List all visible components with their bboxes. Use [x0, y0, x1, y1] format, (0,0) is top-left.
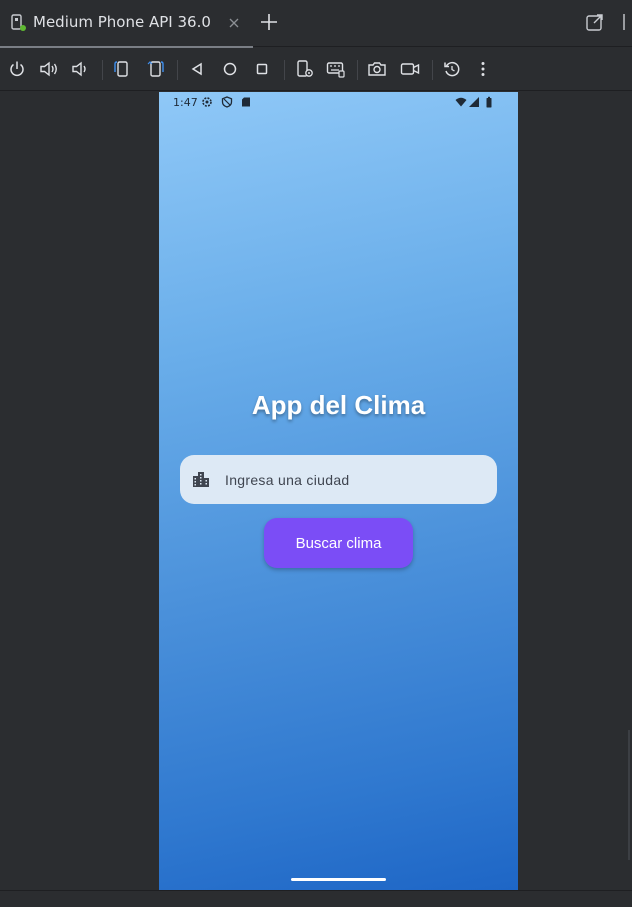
tab-more-icon[interactable]	[620, 12, 628, 32]
close-icon[interactable]	[226, 15, 242, 31]
volume-down-icon[interactable]	[70, 59, 90, 79]
city-search-field[interactable]	[180, 455, 497, 504]
rotate-right-icon[interactable]	[146, 59, 166, 79]
emulator-toolbar	[0, 48, 632, 91]
device-settings-icon[interactable]	[295, 59, 315, 79]
page-title: App del Clima	[251, 390, 426, 420]
tab-title: Medium Phone API 36.0	[33, 13, 211, 31]
gesture-home-bar[interactable]	[291, 878, 386, 881]
keyboard-icon[interactable]	[326, 59, 346, 79]
shield-icon	[221, 96, 233, 108]
back-icon[interactable]	[187, 59, 207, 79]
tab-medium-phone[interactable]: Medium Phone API 36.0	[0, 0, 253, 48]
scrollbar[interactable]	[628, 730, 630, 860]
toolbar-divider	[177, 60, 178, 80]
device-icon	[10, 14, 26, 32]
home-icon[interactable]	[220, 59, 240, 79]
search-weather-button[interactable]: Buscar clima	[264, 518, 413, 568]
more-icon[interactable]	[473, 59, 493, 79]
external-window-icon[interactable]	[585, 12, 605, 32]
sd-card-icon	[240, 96, 252, 108]
phone-screen: 1:47 App del Clima Ingresa una ciudad Bu…	[159, 92, 518, 890]
battery-icon	[483, 96, 495, 108]
toolbar-divider	[357, 60, 358, 80]
wifi-icon	[455, 96, 467, 108]
overview-icon[interactable]	[252, 59, 272, 79]
plus-icon[interactable]	[259, 11, 279, 33]
bottom-strip	[0, 890, 632, 907]
toolbar-divider	[284, 60, 285, 80]
power-icon[interactable]	[7, 59, 27, 79]
status-time: 1:47	[173, 96, 198, 109]
screenshot-icon[interactable]	[367, 59, 387, 79]
city-icon	[192, 470, 210, 488]
rotate-left-icon[interactable]	[112, 59, 132, 79]
toolbar-divider	[102, 60, 103, 80]
toolbar-divider	[432, 60, 433, 80]
screen-record-icon[interactable]	[400, 59, 420, 79]
signal-icon	[468, 96, 480, 108]
reset-icon[interactable]	[442, 59, 462, 79]
volume-up-icon[interactable]	[39, 59, 59, 79]
settings-gear-icon	[201, 96, 213, 108]
emulator-tab-bar: Medium Phone API 36.0	[0, 0, 632, 48]
city-input[interactable]	[225, 455, 485, 504]
status-bar: 1:47	[159, 92, 518, 112]
